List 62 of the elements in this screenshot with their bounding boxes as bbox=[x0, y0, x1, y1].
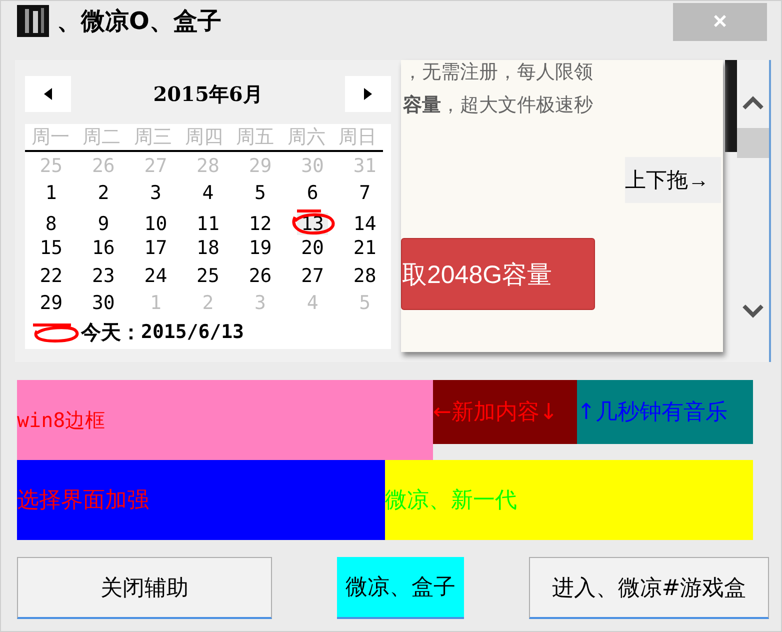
today-label: 今天： bbox=[81, 318, 141, 346]
day-cell[interactable]: 26 bbox=[244, 264, 276, 287]
weekday-label: 周二 bbox=[82, 125, 122, 150]
page-text: ，无需注册，每人限领 bbox=[403, 60, 594, 85]
panel-label: 选择界面加强 bbox=[17, 487, 149, 515]
day-cell[interactable]: 12 bbox=[244, 213, 276, 235]
weekday-label: 周日 bbox=[337, 125, 378, 150]
action-button[interactable]: 进入、微凉#游戏盒 bbox=[529, 557, 769, 619]
day-cell[interactable]: 9 bbox=[94, 213, 114, 235]
window-title: 、微凉O、盒子 bbox=[57, 6, 222, 37]
weekday-label: 周四 bbox=[184, 125, 224, 150]
page-text: 容量，超大文件极速秒 bbox=[403, 93, 594, 118]
day-cell[interactable]: 7 bbox=[355, 182, 375, 204]
weekday-label: 周五 bbox=[235, 125, 276, 150]
weekday-label: 周六 bbox=[286, 125, 326, 150]
day-cell[interactable]: 18 bbox=[192, 237, 224, 260]
day-cell[interactable]: 23 bbox=[88, 264, 119, 287]
day-cell[interactable]: 4 bbox=[198, 182, 218, 204]
day-cell[interactable]: 1 bbox=[41, 182, 61, 204]
scroll-up-icon[interactable] bbox=[742, 96, 764, 110]
today-date[interactable]: 2015/6/13 bbox=[141, 321, 244, 343]
previous-month-button[interactable] bbox=[25, 76, 71, 112]
day-cell[interactable]: 28 bbox=[349, 264, 380, 287]
action-button[interactable]: 关闭辅助 bbox=[17, 557, 272, 619]
month-title: 2015年6月 bbox=[152, 80, 264, 108]
day-cell[interactable]: 25 bbox=[192, 264, 224, 287]
day-cell[interactable]: 27 bbox=[297, 264, 328, 287]
day-cell[interactable]: 2 bbox=[94, 182, 114, 204]
scroll-down-icon[interactable] bbox=[742, 304, 764, 318]
day-cell[interactable]: 8 bbox=[41, 213, 61, 235]
day-cell[interactable]: 10 bbox=[140, 213, 172, 235]
weekday-label: 周一 bbox=[30, 125, 71, 150]
panel-label: win8边框 bbox=[17, 406, 106, 434]
panel-label: ↑几秒钟有音乐 bbox=[577, 399, 728, 427]
day-cell[interactable]: 3 bbox=[146, 182, 166, 204]
day-cell[interactable]: 19 bbox=[244, 237, 276, 260]
circle-mark-icon bbox=[31, 321, 81, 343]
next-month-button[interactable] bbox=[345, 76, 391, 112]
day-cell[interactable]: 20 bbox=[297, 237, 328, 260]
day-cell[interactable]: 11 bbox=[192, 213, 224, 235]
day-cell[interactable]: 24 bbox=[140, 264, 172, 287]
app-icon bbox=[17, 5, 49, 37]
right-arrow-icon bbox=[364, 88, 372, 100]
drag-handle[interactable]: 上下拖→ bbox=[625, 157, 721, 203]
left-arrow-icon bbox=[44, 88, 52, 100]
day-cell[interactable]: 21 bbox=[349, 237, 380, 260]
day-cell[interactable]: 22 bbox=[36, 264, 67, 287]
day-cell[interactable]: 30 bbox=[88, 292, 119, 314]
day-cell[interactable]: 16 bbox=[88, 237, 119, 260]
action-button[interactable]: 微凉、盒子 bbox=[337, 557, 464, 619]
panel-label: ←新加内容↓ bbox=[433, 399, 558, 427]
day-cell[interactable]: 5 bbox=[250, 182, 270, 204]
day-cell[interactable]: 29 bbox=[36, 292, 67, 314]
day-cell[interactable]: 6 bbox=[302, 182, 322, 204]
claim-button[interactable]: 取2048G容量 bbox=[401, 238, 595, 310]
day-cell[interactable]: 15 bbox=[36, 237, 67, 260]
scrollbar[interactable] bbox=[737, 60, 771, 362]
weekday-label: 周三 bbox=[132, 125, 173, 150]
panel-label: 微凉、新一代 bbox=[385, 487, 517, 515]
day-cell[interactable]: 14 bbox=[349, 213, 380, 235]
scroll-thumb[interactable] bbox=[737, 128, 769, 158]
day-cell[interactable]: 17 bbox=[140, 237, 172, 260]
